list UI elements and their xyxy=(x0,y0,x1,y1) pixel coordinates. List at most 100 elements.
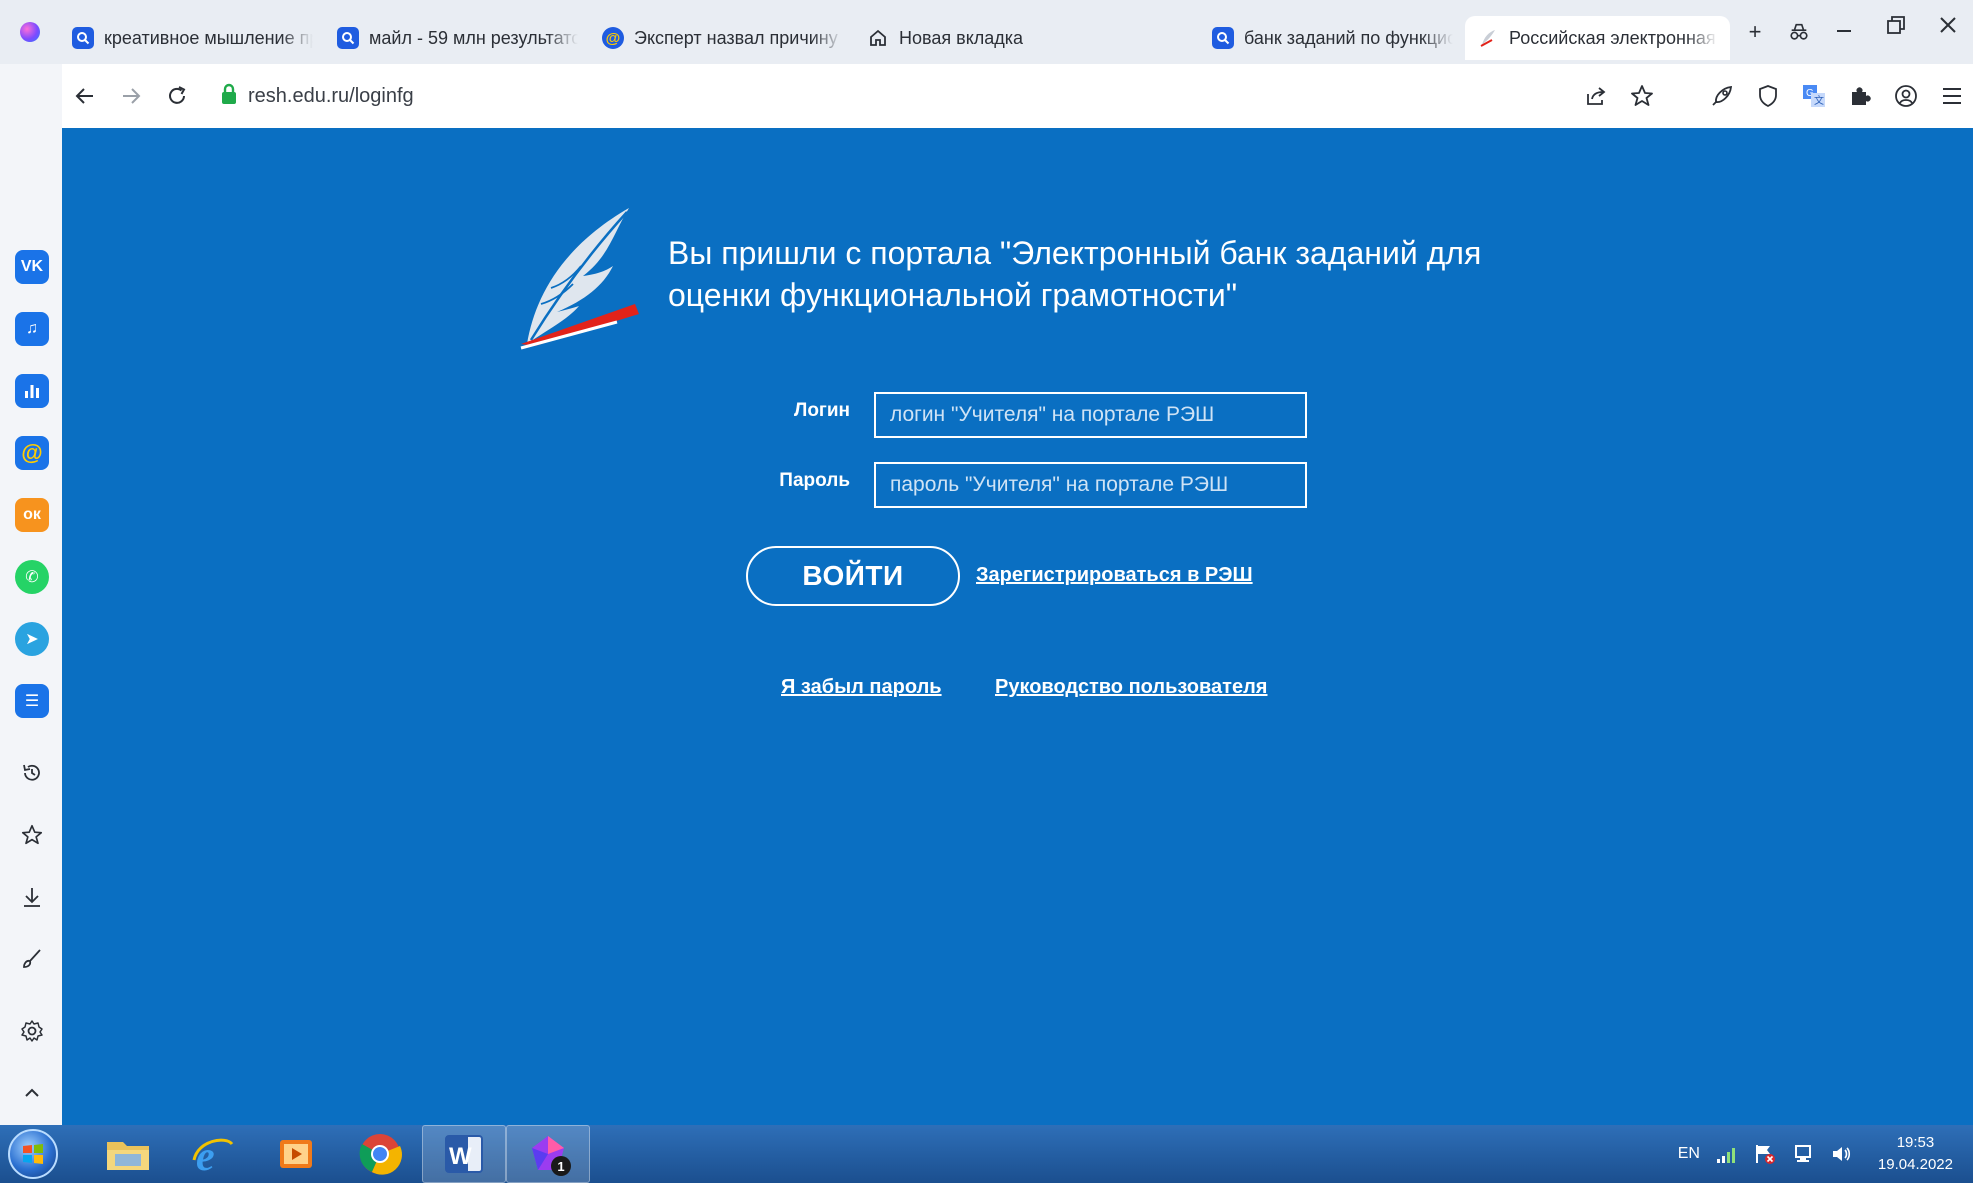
back-icon[interactable] xyxy=(62,73,108,119)
browser-orb-icon xyxy=(20,22,40,42)
tab-label: Новая вкладка xyxy=(899,27,1024,48)
tab-5[interactable]: банк заданий по функцио xyxy=(1200,16,1465,60)
sidebar-app-vk[interactable]: VK xyxy=(15,250,49,284)
incognito-icon[interactable] xyxy=(1788,21,1810,43)
odnoklassniki-icon: ок xyxy=(23,506,41,523)
folder-icon xyxy=(107,1142,149,1170)
rocket-icon[interactable] xyxy=(1709,83,1735,109)
taskbar-internet-explorer[interactable]: e xyxy=(170,1125,254,1183)
list-icon: ☰ xyxy=(24,693,40,710)
close-icon[interactable] xyxy=(1937,14,1959,36)
sidebar-app-stats[interactable] xyxy=(15,374,49,408)
language-indicator[interactable]: EN xyxy=(1678,1145,1700,1163)
password-input[interactable] xyxy=(874,462,1307,508)
forward-icon[interactable] xyxy=(108,73,154,119)
internet-explorer-icon: e xyxy=(192,1134,234,1176)
forgot-password-link[interactable]: Я забыл пароль xyxy=(781,676,942,699)
tab-label: креативное мышление пр xyxy=(104,27,313,48)
clock-time: 19:53 xyxy=(1896,1134,1935,1151)
chrome-icon xyxy=(359,1134,402,1175)
settings-gear-icon[interactable] xyxy=(19,1018,45,1044)
system-tray: EN 19:53 19.04.2022 xyxy=(1678,1125,1963,1183)
minimize-icon[interactable] xyxy=(1833,14,1855,36)
register-link[interactable]: Зарегистрироваться в РЭШ xyxy=(976,564,1253,587)
translate-icon[interactable]: G文 xyxy=(1801,83,1827,109)
sidebar-app-odnoklassniki[interactable]: ок xyxy=(15,498,49,532)
tab-bar: креативное мышление пр майл - 59 млн рез… xyxy=(0,0,1973,64)
search-icon xyxy=(1212,27,1234,49)
windows-logo-icon xyxy=(8,1129,58,1179)
login-input[interactable] xyxy=(874,392,1307,438)
search-icon xyxy=(337,27,359,49)
tab-label: Российская электронная ш xyxy=(1509,27,1718,48)
reload-icon[interactable] xyxy=(154,73,200,119)
shield-icon[interactable] xyxy=(1755,83,1781,109)
brush-icon[interactable] xyxy=(19,946,45,972)
tab-3[interactable]: @ Эксперт назвал причину xyxy=(590,16,855,60)
signal-icon[interactable] xyxy=(1716,1143,1738,1165)
svg-text:文: 文 xyxy=(1814,94,1824,107)
tab-label: Эксперт назвал причину xyxy=(634,27,838,48)
tab-6-active[interactable]: Российская электронная ш xyxy=(1465,16,1730,60)
taskbar-word[interactable]: W xyxy=(422,1125,506,1183)
sidebar-app-music[interactable]: ♫ xyxy=(15,312,49,346)
search-icon xyxy=(72,27,94,49)
address-bar: resh.edu.ru/loginfg G文 xyxy=(62,64,1973,128)
restore-icon[interactable] xyxy=(1885,14,1907,36)
stats-icon xyxy=(25,385,39,398)
sidebar-app-telegram[interactable]: ➤ xyxy=(15,622,49,656)
whatsapp-icon: ✆ xyxy=(25,569,39,586)
clock-date: 19.04.2022 xyxy=(1877,1156,1953,1173)
notification-badge: 1 xyxy=(551,1156,571,1176)
vk-icon: VK xyxy=(20,258,44,275)
taskbar-chrome[interactable] xyxy=(338,1125,422,1183)
tab-label: банк заданий по функцио xyxy=(1244,27,1453,48)
taskbar-media-player[interactable] xyxy=(254,1125,338,1183)
network-icon[interactable] xyxy=(1792,1143,1814,1165)
menu-icon[interactable] xyxy=(1939,83,1965,109)
tab-4[interactable]: Новая вкладка xyxy=(855,16,1120,60)
taskbar-browser[interactable]: 1 xyxy=(506,1125,590,1183)
mail-icon: @ xyxy=(21,440,43,465)
clock[interactable]: 19:53 19.04.2022 xyxy=(1868,1132,1963,1176)
tab-2[interactable]: майл - 59 млн результатов xyxy=(325,16,590,60)
page-content: Вы пришли с портала "Электронный банк за… xyxy=(62,128,1973,1125)
bookmark-star-icon[interactable] xyxy=(1629,83,1655,109)
download-icon[interactable] xyxy=(19,884,45,910)
history-icon[interactable] xyxy=(19,760,45,786)
taskbar-explorer[interactable] xyxy=(86,1125,170,1183)
windows-taskbar: e W 1 EN 19:53 19.04.2022 xyxy=(0,1125,1973,1183)
browser-sidebar: VK ♫ @ ок ✆ ➤ ☰ xyxy=(0,64,62,1125)
portal-message: Вы пришли с портала "Электронный банк за… xyxy=(668,235,1482,313)
share-icon[interactable] xyxy=(1583,83,1609,109)
start-button[interactable] xyxy=(0,1125,66,1183)
sidebar-app-mail[interactable]: @ xyxy=(15,436,49,470)
lock-icon[interactable] xyxy=(220,83,238,110)
word-icon: W xyxy=(445,1135,483,1173)
feather-icon xyxy=(1477,27,1499,49)
volume-icon[interactable] xyxy=(1830,1143,1852,1165)
url-text[interactable]: resh.edu.ru/loginfg xyxy=(248,85,414,108)
action-center-flag-icon[interactable] xyxy=(1754,1143,1776,1165)
telegram-icon: ➤ xyxy=(25,631,39,648)
login-label: Логин xyxy=(793,400,850,421)
mail-ru-icon: @ xyxy=(602,27,624,49)
resh-feather-logo xyxy=(520,208,639,350)
new-tab-icon[interactable]: + xyxy=(1744,19,1766,44)
favorites-star-icon[interactable] xyxy=(19,822,45,848)
svg-text:W: W xyxy=(449,1143,472,1170)
sidebar-app-whatsapp[interactable]: ✆ xyxy=(15,560,49,594)
home-icon xyxy=(867,27,889,49)
tab-label: майл - 59 млн результатов xyxy=(369,27,578,48)
user-guide-link[interactable]: Руководство пользователя xyxy=(995,676,1267,699)
browser-logo[interactable] xyxy=(0,0,60,64)
login-button[interactable]: ВОЙТИ xyxy=(746,546,960,606)
password-label: Пароль xyxy=(779,470,850,491)
profile-icon[interactable] xyxy=(1893,83,1919,109)
extensions-puzzle-icon[interactable] xyxy=(1847,83,1873,109)
music-icon: ♫ xyxy=(26,320,38,337)
sidebar-app-list[interactable]: ☰ xyxy=(15,684,49,718)
tab-1[interactable]: креативное мышление пр xyxy=(60,16,325,60)
media-player-icon xyxy=(280,1140,312,1168)
chevron-up-icon[interactable] xyxy=(19,1080,45,1106)
